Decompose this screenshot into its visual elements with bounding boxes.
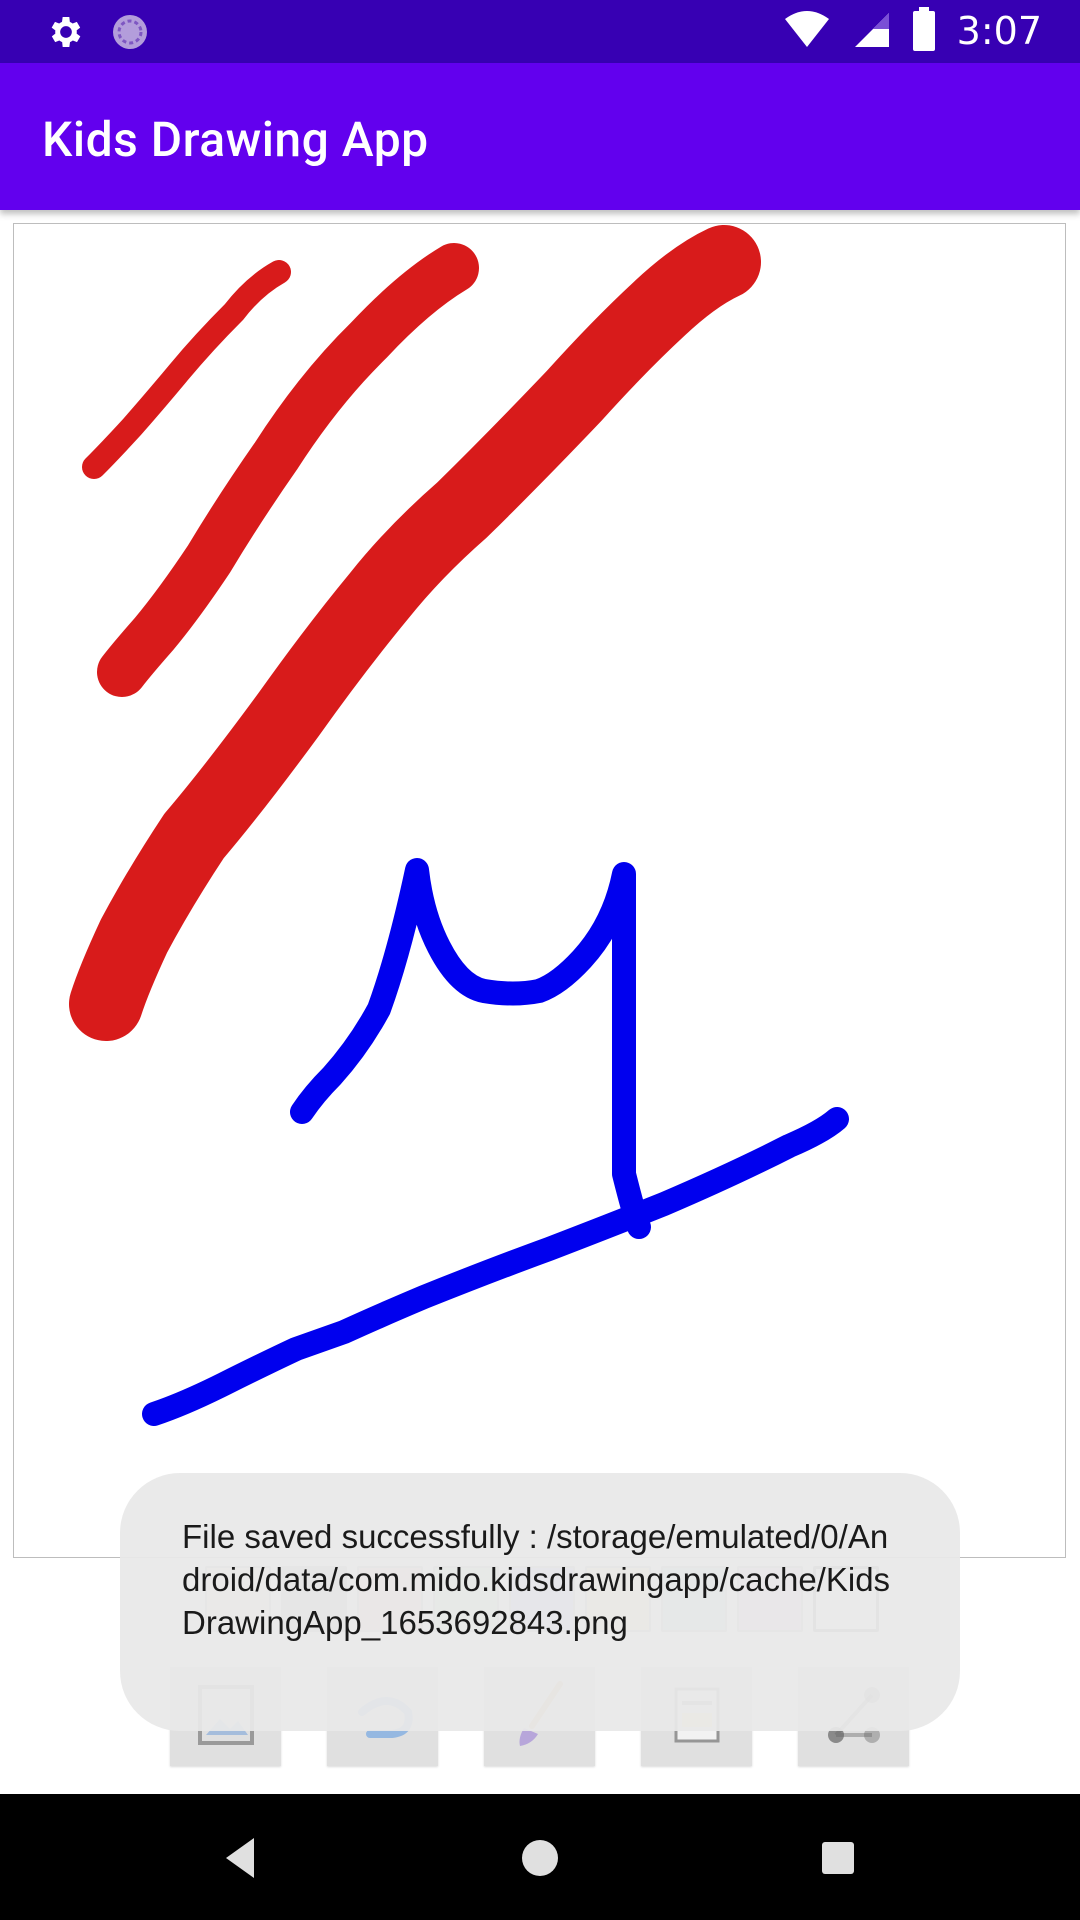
drawing-canvas[interactable] xyxy=(13,223,1066,1558)
recents-icon xyxy=(810,1842,866,1889)
back-icon xyxy=(214,1838,270,1889)
app-title: Kids Drawing App xyxy=(42,111,429,168)
sync-icon xyxy=(110,12,150,56)
blue-letter-stroke xyxy=(290,858,651,1239)
blue-underline-stroke xyxy=(142,1107,849,1426)
clock: 3:07 xyxy=(956,9,1042,53)
home-button[interactable] xyxy=(512,1830,568,1886)
toast-text: File saved successfully : /storage/emula… xyxy=(182,1518,891,1641)
status-bar: 3:07 xyxy=(0,0,1080,63)
battery-icon xyxy=(911,7,937,55)
navigation-bar xyxy=(0,1794,1080,1920)
toast-message: File saved successfully : /storage/emula… xyxy=(120,1473,960,1731)
gear-icon xyxy=(46,12,86,56)
thin-red-stroke xyxy=(82,260,291,479)
wifi-icon xyxy=(783,9,831,53)
status-left-icons xyxy=(46,12,150,56)
recents-button[interactable] xyxy=(810,1830,866,1886)
home-icon xyxy=(512,1840,568,1889)
signal-icon xyxy=(851,9,891,53)
status-right-icons: 3:07 xyxy=(783,6,1042,56)
back-button[interactable] xyxy=(214,1830,270,1886)
app-bar: Kids Drawing App xyxy=(0,63,1080,210)
